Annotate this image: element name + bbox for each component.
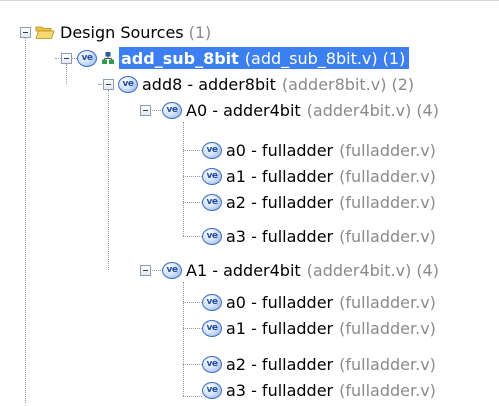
node-file: (fulladder.v) (339, 226, 436, 246)
node-label: a0 - fulladder (226, 292, 334, 312)
collapse-toggle-root[interactable] (20, 27, 31, 38)
node-label: add8 - adder8bit (142, 74, 276, 94)
node-file: (fulladder.v) (339, 292, 436, 312)
tree-guide-root (25, 38, 26, 403)
verilog-module-icon: ve (162, 101, 182, 119)
tree-guide-a0-child-2 (183, 202, 202, 203)
tree-node-a1-a1[interactable]: ve a1 - fulladder (fulladder.v) (202, 315, 436, 341)
node-file: (add_sub_8bit.v) (244, 48, 378, 68)
design-sources-tree: { "tree": { "root": {"label": "Design So… (0, 0, 499, 406)
collapse-toggle-a0[interactable] (140, 105, 151, 116)
node-file: (fulladder.v) (339, 192, 436, 212)
node-label: Design Sources (60, 22, 184, 42)
tree-node-a0-a2[interactable]: ve a2 - fulladder (fulladder.v) (202, 189, 436, 215)
tree-node-a0[interactable]: ve A0 - adder4bit (adder4bit.v) (4) (162, 97, 439, 123)
tree-guide-a1-child-0 (183, 302, 202, 303)
verilog-module-icon: ve (202, 293, 222, 311)
node-count: (4) (416, 260, 439, 280)
verilog-module-icon: ve (202, 319, 222, 337)
node-label: a0 - fulladder (226, 140, 334, 160)
tree-guide-adder8-branch (108, 90, 109, 270)
node-label: a2 - fulladder (226, 354, 334, 374)
tree-guide-top-branch (66, 64, 67, 84)
tree-guide-a1-branch (183, 282, 184, 396)
node-file: (adder4bit.v) (306, 260, 412, 280)
node-label: A0 - adder4bit (186, 100, 301, 120)
collapse-toggle-top[interactable] (61, 53, 72, 64)
top-divider (0, 0, 499, 1)
tree-guide-a1-child-1 (183, 328, 202, 329)
tree-node-design-sources[interactable]: Design Sources (1) (35, 19, 211, 45)
node-file: (adder4bit.v) (306, 100, 412, 120)
tree-node-a1-a2[interactable]: ve a2 - fulladder (fulladder.v) (202, 351, 436, 377)
node-file: (fulladder.v) (339, 354, 436, 374)
node-label: a1 - fulladder (226, 166, 334, 186)
node-count: (2) (391, 74, 415, 94)
folder-open-icon (35, 26, 55, 39)
tree-guide-a0-child-0 (183, 150, 202, 151)
node-count: (1) (382, 48, 406, 68)
node-label: A1 - adder4bit (186, 260, 301, 280)
node-count: (4) (416, 100, 439, 120)
node-file: (fulladder.v) (339, 318, 436, 338)
selection-highlight: add_sub_8bit (add_sub_8bit.v) (1) (119, 47, 410, 69)
tree-node-a0-a1[interactable]: ve a1 - fulladder (fulladder.v) (202, 163, 436, 189)
node-file: (adder8bit.v) (281, 74, 387, 94)
tree-node-a0-a3[interactable]: ve a3 - fulladder (fulladder.v) (202, 223, 436, 249)
tree-node-add8[interactable]: ve add8 - adder8bit (adder8bit.v) (2) (118, 71, 414, 97)
verilog-module-icon: ve (77, 49, 97, 67)
hierarchy-icon (102, 52, 114, 64)
verilog-module-icon: ve (162, 261, 182, 279)
verilog-module-icon: ve (202, 167, 222, 185)
node-label: a3 - fulladder (226, 380, 334, 400)
verilog-module-icon: ve (202, 355, 222, 373)
node-label: a2 - fulladder (226, 192, 334, 212)
tree-node-a1-a3[interactable]: ve a3 - fulladder (fulladder.v) (202, 377, 436, 403)
tree-node-add-sub-8bit[interactable]: ve add_sub_8bit (add_sub_8bit.v) (1) (77, 45, 410, 71)
verilog-module-icon: ve (202, 141, 222, 159)
tree-guide-a0-child-1 (183, 176, 202, 177)
tree-guide-a1-child-2 (183, 364, 202, 365)
node-label: add_sub_8bit (121, 48, 239, 68)
node-file: (fulladder.v) (339, 140, 436, 160)
verilog-module-icon: ve (118, 75, 138, 93)
verilog-module-icon: ve (202, 381, 222, 399)
tree-node-a1[interactable]: ve A1 - adder4bit (adder4bit.v) (4) (162, 257, 439, 283)
node-file: (fulladder.v) (339, 380, 436, 400)
node-file: (fulladder.v) (339, 166, 436, 186)
tree-node-a1-a0[interactable]: ve a0 - fulladder (fulladder.v) (202, 289, 436, 315)
collapse-toggle-a1[interactable] (140, 265, 151, 276)
verilog-module-icon: ve (202, 193, 222, 211)
tree-guide-a1-child-3 (183, 396, 202, 397)
tree-guide-a0-child-3 (183, 236, 202, 237)
tree-node-a0-a0[interactable]: ve a0 - fulladder (fulladder.v) (202, 137, 436, 163)
node-count: (1) (188, 22, 212, 42)
node-label: a3 - fulladder (226, 226, 334, 246)
tree-guide-a0-branch (183, 122, 184, 236)
verilog-module-icon: ve (202, 227, 222, 245)
collapse-toggle-adder8[interactable] (103, 79, 114, 90)
node-label: a1 - fulladder (226, 318, 334, 338)
